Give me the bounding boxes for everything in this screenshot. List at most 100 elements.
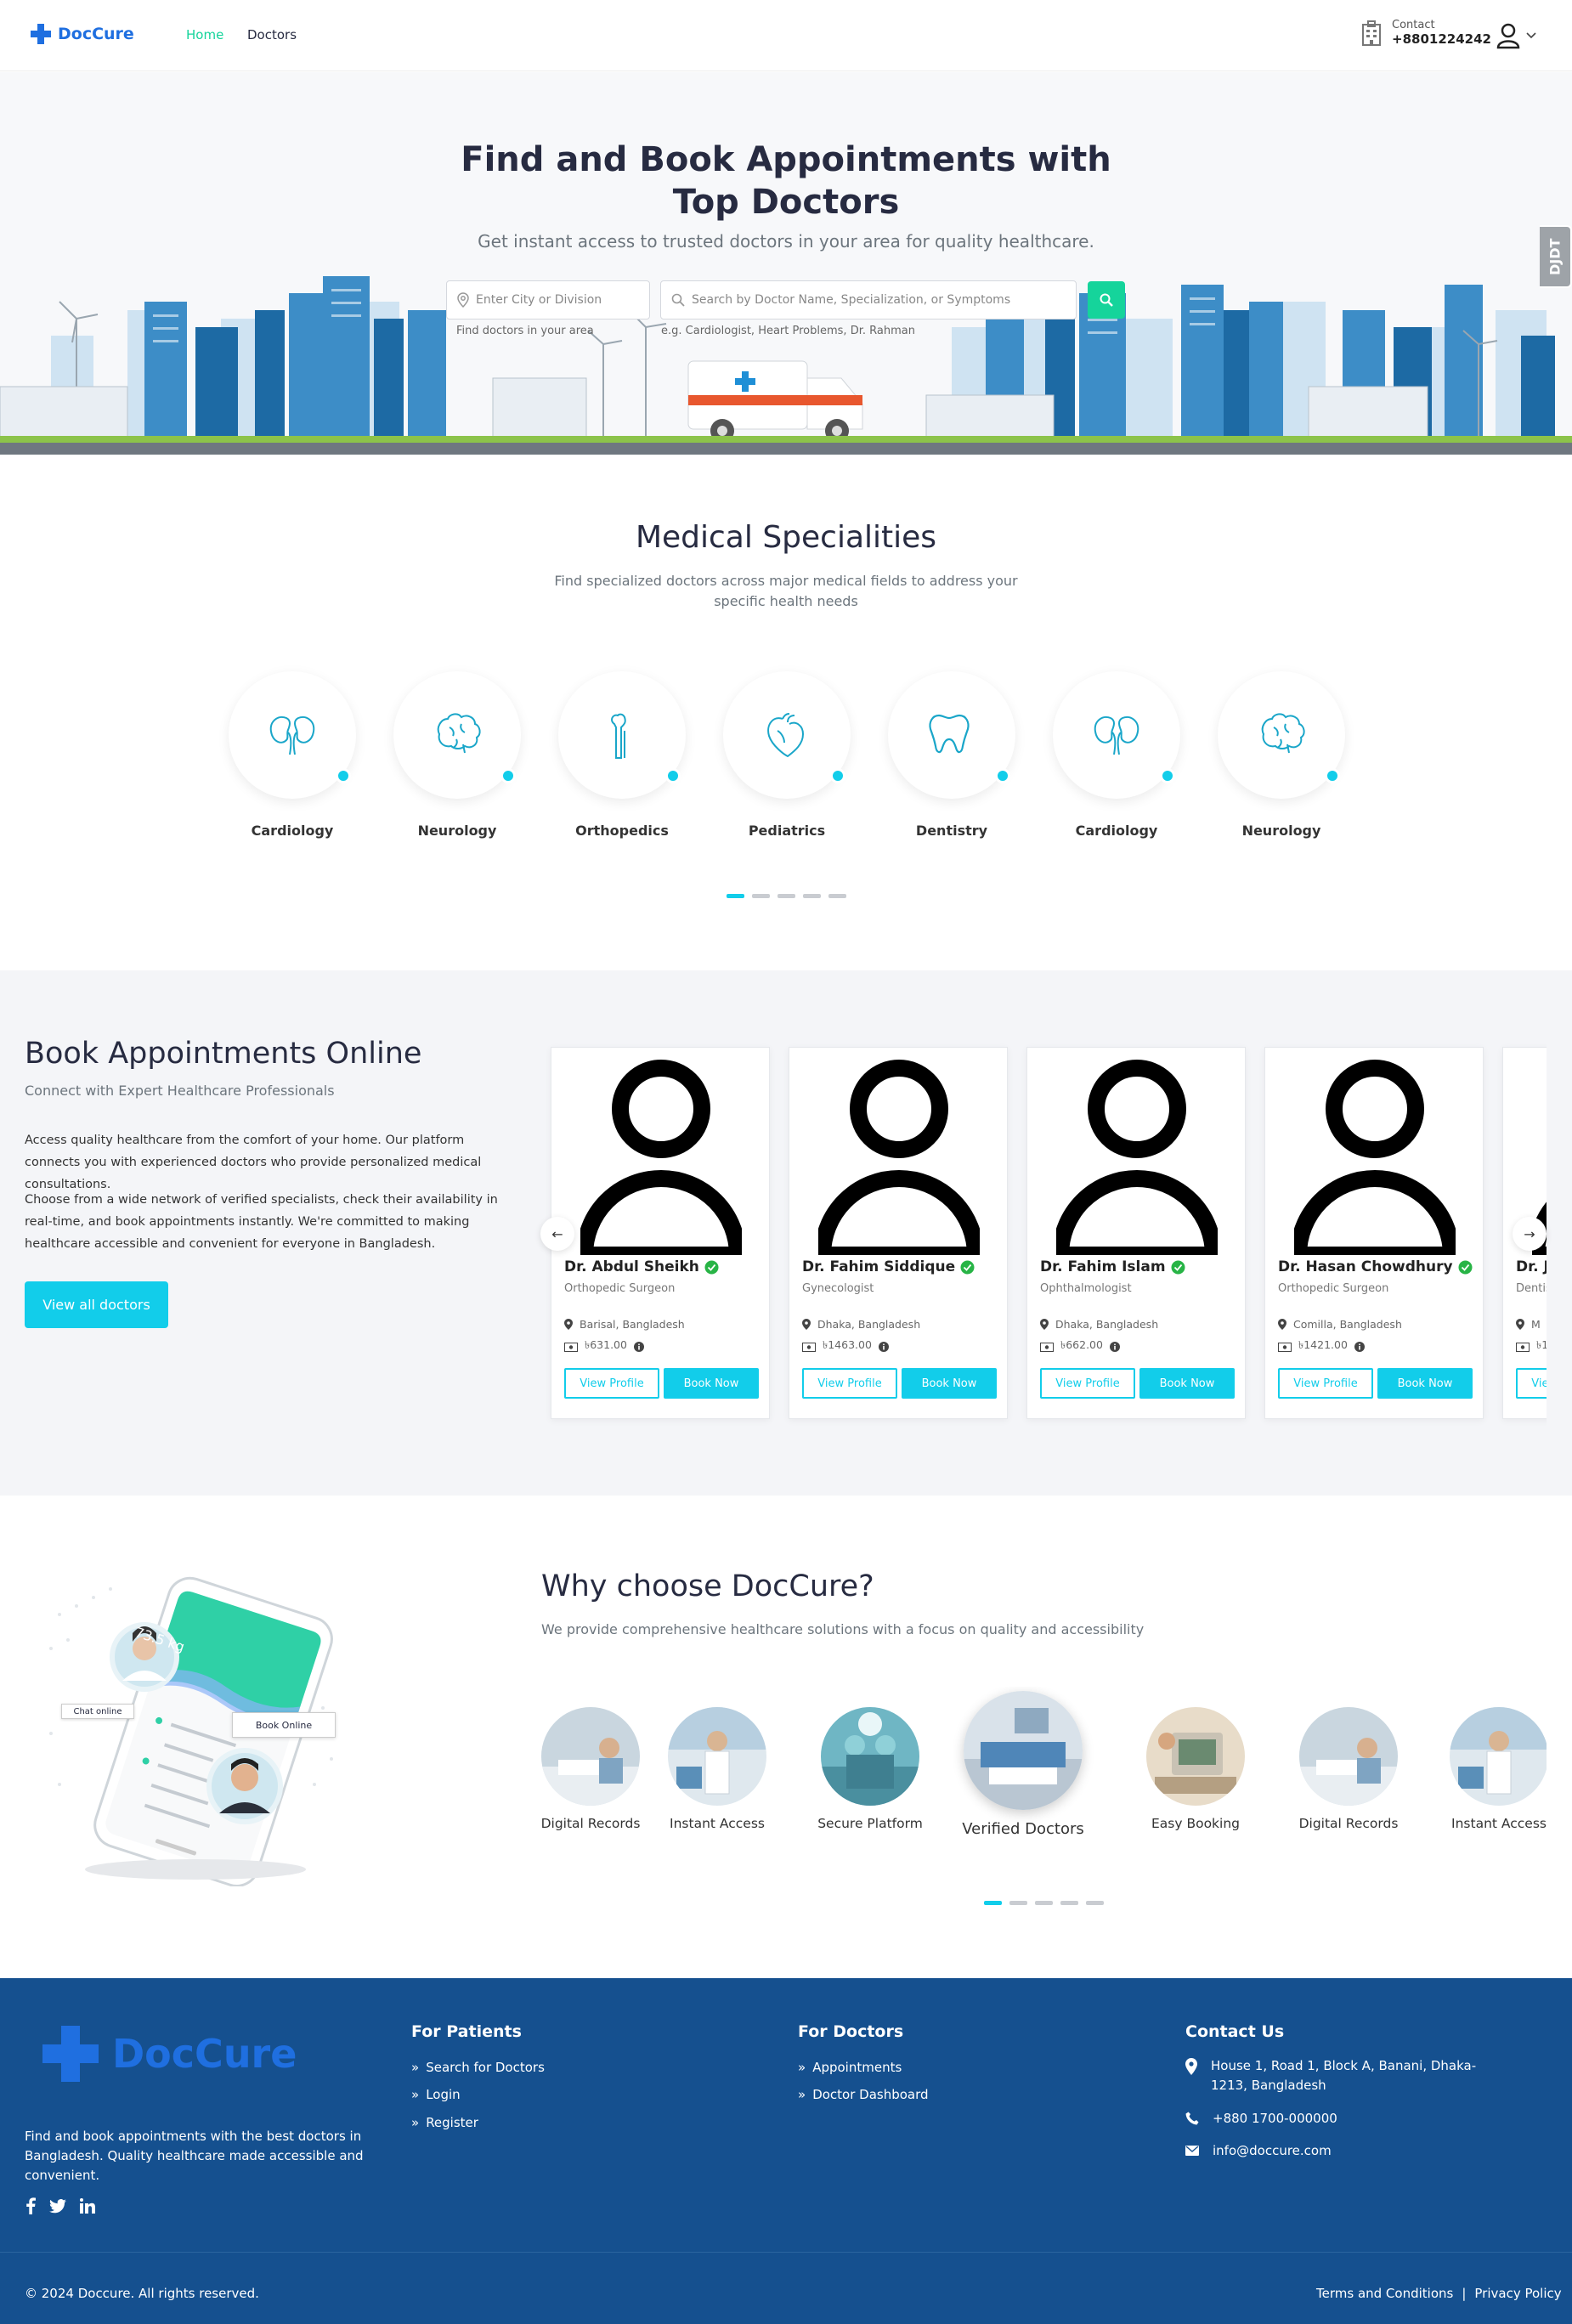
doctor-name[interactable]: Dr. Abdul Sheikh bbox=[564, 1258, 699, 1275]
carousel-dot[interactable] bbox=[1035, 1901, 1053, 1905]
speciality-label: Orthopedics bbox=[575, 823, 669, 839]
footer-link-label: Search for Doctors bbox=[426, 2060, 545, 2075]
carousel-dot[interactable] bbox=[752, 894, 770, 898]
info-icon[interactable] bbox=[878, 1342, 889, 1352]
doctor-search-input[interactable]: Search by Doctor Name, Specialization, o… bbox=[660, 280, 1077, 319]
doctor-name[interactable]: Dr. Fahim Islam bbox=[1040, 1258, 1166, 1275]
view-profile-button[interactable]: View Profile bbox=[1278, 1368, 1373, 1399]
book-now-button[interactable]: Book Now bbox=[1377, 1368, 1473, 1399]
view-all-doctors-button[interactable]: View all doctors bbox=[25, 1281, 168, 1328]
doctors-heading: For Doctors bbox=[798, 2022, 904, 2041]
speciality-icon-circle bbox=[558, 671, 686, 799]
why-feature-item[interactable]: Instant Access bbox=[1422, 1707, 1547, 1831]
book-now-button[interactable]: Book Now bbox=[1139, 1368, 1235, 1399]
speciality-label: Cardiology bbox=[251, 823, 334, 839]
why-feature-item[interactable]: Secure Platform bbox=[794, 1707, 947, 1831]
footer-link-dashboard[interactable]: » Doctor Dashboard bbox=[798, 2087, 929, 2102]
doctor-fee-row: ৳1 bbox=[1516, 1338, 1547, 1355]
speciality-item[interactable]: Neurology bbox=[1218, 671, 1349, 839]
doctor-location: Dhaka, Bangladesh bbox=[1055, 1318, 1159, 1331]
double-chevron-right-icon: » bbox=[798, 2060, 806, 2075]
speciality-item[interactable]: Cardiology bbox=[229, 671, 360, 839]
carousel-prev-button[interactable]: ← bbox=[540, 1217, 574, 1251]
doctor-search-placeholder: Search by Doctor Name, Specialization, o… bbox=[692, 293, 1011, 307]
twitter-icon[interactable] bbox=[49, 2198, 66, 2214]
footer-phone[interactable]: +880 1700-000000 bbox=[1213, 2109, 1337, 2129]
terms-link[interactable]: Terms and Conditions bbox=[1316, 2286, 1453, 2301]
book-paragraph-1: Access quality healthcare from the comfo… bbox=[25, 1134, 482, 1191]
footer-link-login[interactable]: » Login bbox=[411, 2087, 461, 2102]
info-icon[interactable] bbox=[633, 1342, 644, 1352]
footer-logo[interactable]: DocCure bbox=[42, 2026, 297, 2082]
footer-email[interactable]: info@doccure.com bbox=[1213, 2141, 1332, 2161]
footer-link-search[interactable]: » Search for Doctors bbox=[411, 2060, 545, 2075]
carousel-dot[interactable] bbox=[778, 894, 795, 898]
carousel-dot[interactable] bbox=[1009, 1901, 1027, 1905]
footer-copyright: © 2024 Doccure. All rights reserved. bbox=[25, 2286, 259, 2301]
why-feature-item[interactable]: Instant Access bbox=[641, 1707, 794, 1831]
carousel-dot[interactable] bbox=[984, 1901, 1002, 1905]
speciality-label: Neurology bbox=[417, 823, 497, 839]
speciality-item[interactable]: Pediatrics bbox=[723, 671, 855, 839]
doctor-fee-row: ৳662.00 bbox=[1040, 1338, 1120, 1355]
speciality-indicator-dot bbox=[1325, 768, 1340, 783]
footer-link-register[interactable]: » Register bbox=[411, 2115, 478, 2130]
city-search-input[interactable]: Enter City or Division bbox=[446, 280, 650, 319]
facebook-icon[interactable] bbox=[25, 2197, 36, 2214]
nav-home-link[interactable]: Home bbox=[186, 27, 223, 42]
view-profile-button[interactable]: View Profile bbox=[1040, 1368, 1135, 1399]
doctor-name[interactable]: Dr. Hasan Chowdhury bbox=[1278, 1258, 1453, 1275]
doctor-card[interactable]: Dr. Abdul Sheikh Orthopedic Surgeon Bari… bbox=[551, 1047, 770, 1419]
doctor-name-row: Dr. Hasan Chowdhury bbox=[1278, 1258, 1473, 1275]
location-pin-icon bbox=[802, 1319, 811, 1330]
carousel-dot[interactable] bbox=[803, 894, 821, 898]
view-profile-button[interactable]: View Profile bbox=[802, 1368, 897, 1399]
double-chevron-right-icon: » bbox=[798, 2087, 806, 2102]
carousel-dot[interactable] bbox=[1060, 1901, 1078, 1905]
speciality-item[interactable]: Cardiology bbox=[1053, 671, 1185, 839]
info-icon[interactable] bbox=[1109, 1342, 1120, 1352]
carousel-dot[interactable] bbox=[828, 894, 846, 898]
brand-logo[interactable]: DocCure bbox=[31, 24, 134, 44]
info-icon[interactable] bbox=[1354, 1342, 1365, 1352]
search-button[interactable] bbox=[1088, 281, 1125, 319]
doctor-name[interactable]: Dr. Fahim Siddique bbox=[802, 1258, 955, 1275]
nav-doctors-link[interactable]: Doctors bbox=[247, 27, 297, 42]
linkedin-icon[interactable] bbox=[80, 2198, 95, 2214]
doctor-location: Comilla, Bangladesh bbox=[1293, 1318, 1402, 1331]
doctor-card[interactable]: Dr. Hasan Chowdhury Orthopedic Surgeon C… bbox=[1264, 1047, 1484, 1419]
view-profile-button[interactable]: View Profile bbox=[1516, 1368, 1547, 1399]
doctor-card[interactable]: Dr. Fahim Islam Ophthalmologist Dhaka, B… bbox=[1026, 1047, 1246, 1419]
speciality-item[interactable]: Neurology bbox=[393, 671, 525, 839]
carousel-dot[interactable] bbox=[727, 894, 744, 898]
location-pin-icon bbox=[1040, 1319, 1049, 1330]
debug-toolbar-tab[interactable]: DJDT bbox=[1540, 225, 1572, 288]
contact-number[interactable]: +8801224242 bbox=[1392, 31, 1491, 47]
book-now-button[interactable]: Book Now bbox=[664, 1368, 759, 1399]
carousel-next-button[interactable]: → bbox=[1513, 1217, 1547, 1251]
feature-photo bbox=[821, 1707, 919, 1806]
why-feature-item[interactable]: Easy Booking bbox=[1119, 1707, 1272, 1831]
money-icon bbox=[1516, 1342, 1530, 1352]
view-profile-button[interactable]: View Profile bbox=[564, 1368, 659, 1399]
footer-link-appointments[interactable]: » Appointments bbox=[798, 2060, 902, 2075]
doctor-avatar-icon bbox=[1056, 1060, 1218, 1255]
speciality-item[interactable]: Orthopedics bbox=[558, 671, 690, 839]
why-feature-item[interactable]: Digital Records bbox=[1272, 1707, 1425, 1831]
city-search-hint: Find doctors in your area bbox=[456, 325, 594, 337]
speciality-item[interactable]: Dentistry bbox=[888, 671, 1020, 839]
doctor-card[interactable]: Dr. Fahim Siddique Gynecologist Dhaka, B… bbox=[789, 1047, 1008, 1419]
verified-check-icon bbox=[960, 1260, 975, 1274]
doctor-carousel: Dr. Abdul Sheikh Orthopedic Surgeon Bari… bbox=[544, 970, 1547, 1496]
double-chevron-right-icon: » bbox=[411, 2060, 420, 2075]
book-now-button[interactable]: Book Now bbox=[902, 1368, 997, 1399]
city-search-placeholder: Enter City or Division bbox=[476, 293, 602, 307]
carousel-dot[interactable] bbox=[1086, 1901, 1104, 1905]
doctor-patient-image bbox=[668, 1707, 766, 1806]
privacy-link[interactable]: Privacy Policy bbox=[1474, 2286, 1561, 2301]
doctor-name[interactable]: Dr. J bbox=[1516, 1258, 1547, 1275]
why-feature-item[interactable]: Verified Doctors bbox=[938, 1691, 1108, 1838]
why-carousel: Digital Records Instant Access Secure Pl… bbox=[541, 1687, 1547, 1857]
user-menu[interactable] bbox=[1496, 22, 1536, 49]
medical-device-image bbox=[1146, 1707, 1245, 1806]
